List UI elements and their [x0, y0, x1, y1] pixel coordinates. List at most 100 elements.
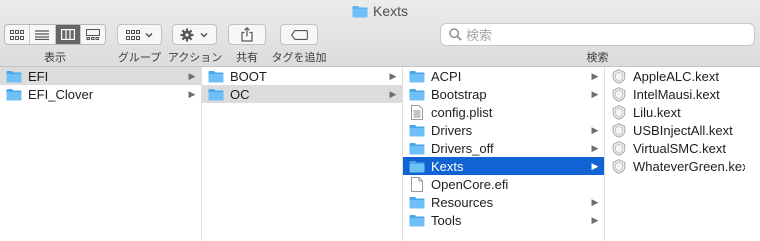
- add-tag-label: タグを追加: [271, 52, 327, 64]
- list-item[interactable]: Bootstrap ▶: [403, 85, 604, 103]
- list-item-label: Resources: [431, 194, 494, 210]
- list-item-label: AppleALC.kext: [633, 68, 719, 84]
- list-item[interactable]: IntelMausi.kext: [605, 85, 760, 103]
- chevron-down-icon: [145, 32, 152, 37]
- list-item[interactable]: VirtualSMC.kext: [605, 139, 760, 157]
- add-tag-button[interactable]: [280, 24, 318, 45]
- folder-icon: [409, 123, 425, 137]
- folder-icon: [409, 195, 425, 209]
- column-view-button[interactable]: [55, 25, 81, 44]
- document-icon: [409, 176, 425, 192]
- list-item-label: IntelMausi.kext: [633, 86, 720, 102]
- window-title: Kexts: [0, 3, 760, 19]
- column-2: BOOT ▶ OC ▶: [202, 67, 403, 241]
- list-item-label: Lilu.kext: [633, 104, 681, 120]
- folder-icon: [6, 87, 22, 101]
- share-icon: [241, 27, 253, 42]
- window-title-text: Kexts: [372, 3, 408, 19]
- list-item[interactable]: EFI_Clover ▶: [0, 85, 201, 103]
- list-item[interactable]: Drivers_off ▶: [403, 139, 604, 157]
- chevron-right-icon: ▶: [591, 70, 599, 81]
- folder-icon: [208, 87, 224, 101]
- chevron-right-icon: ▶: [188, 88, 196, 99]
- search-icon: [449, 28, 462, 41]
- search-placeholder: 検索: [466, 28, 493, 43]
- list-item-label: EFI_Clover: [28, 86, 94, 102]
- chevron-right-icon: ▶: [591, 160, 599, 171]
- kext-bundle-icon: [611, 104, 627, 120]
- group-grid-icon: [125, 29, 140, 40]
- group-button[interactable]: [117, 24, 162, 45]
- share-button[interactable]: [228, 24, 266, 45]
- list-view-button[interactable]: [30, 25, 56, 44]
- folder-icon: [6, 69, 22, 83]
- kext-bundle-icon: [611, 140, 627, 156]
- action-label: アクション: [167, 52, 223, 64]
- kext-bundle-icon: [611, 158, 627, 174]
- toolbar: Kexts 表示 グループ アクション 共有 タグを追加 検索 検索: [0, 0, 760, 67]
- list-item-label: config.plist: [431, 104, 493, 120]
- column-4: AppleALC.kext IntelMausi.kext Lilu.kext USB…: [605, 67, 760, 241]
- list-item[interactable]: OC ▶: [202, 85, 402, 103]
- chevron-right-icon: ▶: [188, 70, 196, 81]
- list-item-label: BOOT: [230, 68, 267, 84]
- folder-icon: [409, 141, 425, 155]
- list-item[interactable]: Drivers ▶: [403, 121, 604, 139]
- list-item[interactable]: EFI ▶: [0, 67, 201, 85]
- list-item-label: Tools: [431, 212, 462, 228]
- list-item[interactable]: BOOT ▶: [202, 67, 402, 85]
- chevron-down-icon: [200, 32, 207, 37]
- column-browser: EFI ▶ EFI_Clover ▶ BOOT ▶ OC ▶ ACPI ▶ Bootstrap ▶…: [0, 67, 760, 241]
- folder-icon: [352, 5, 368, 18]
- folder-icon: [409, 87, 425, 101]
- list-item-label: Kexts: [431, 158, 464, 174]
- list-item[interactable]: ACPI ▶: [403, 67, 604, 85]
- chevron-right-icon: ▶: [591, 196, 599, 207]
- group-label: グループ: [117, 52, 162, 64]
- list-item[interactable]: Tools ▶: [403, 211, 604, 229]
- folder-icon: [409, 213, 425, 227]
- list-item-label: Bootstrap: [431, 86, 487, 102]
- list-item-label: ACPI: [431, 68, 462, 84]
- column-3: ACPI ▶ Bootstrap ▶ config.plist Drivers ▶ Drive…: [403, 67, 605, 241]
- icon-grid-icon: [10, 29, 25, 40]
- view-mode-control[interactable]: [4, 24, 106, 45]
- chevron-right-icon: ▶: [591, 214, 599, 225]
- list-item-label: OpenCore.efi: [431, 176, 509, 192]
- action-button[interactable]: [172, 24, 217, 45]
- tag-icon: [290, 29, 308, 40]
- list-item[interactable]: Lilu.kext: [605, 103, 760, 121]
- kext-bundle-icon: [611, 86, 627, 102]
- list-item[interactable]: config.plist: [403, 103, 604, 121]
- chevron-right-icon: ▶: [591, 142, 599, 153]
- column-1: EFI ▶ EFI_Clover ▶: [0, 67, 202, 241]
- list-item-label: Drivers_off: [431, 140, 494, 156]
- list-item[interactable]: Resources ▶: [403, 193, 604, 211]
- list-item[interactable]: USBInjectAll.kext: [605, 121, 760, 139]
- folder-icon: [409, 69, 425, 83]
- list-item[interactable]: AppleALC.kext: [605, 67, 760, 85]
- icon-view-button[interactable]: [5, 25, 31, 44]
- kext-bundle-icon: [611, 122, 627, 138]
- list-item-label: EFI: [28, 68, 49, 84]
- list-item-label: OC: [230, 86, 250, 102]
- list-item-label: Drivers: [431, 122, 473, 138]
- search-input[interactable]: 検索: [440, 23, 755, 46]
- list-item[interactable]: WhateverGreen.kext: [605, 157, 760, 175]
- columns-icon: [60, 29, 75, 40]
- chevron-right-icon: ▶: [389, 70, 397, 81]
- gear-icon: [180, 28, 193, 41]
- gallery-view-button[interactable]: [81, 25, 105, 44]
- gallery-icon: [85, 29, 100, 40]
- list-item-label: VirtualSMC.kext: [633, 140, 726, 156]
- list-icon: [35, 29, 50, 40]
- list-item-label: WhateverGreen.kext: [633, 158, 745, 174]
- folder-icon: [409, 159, 425, 173]
- chevron-right-icon: ▶: [591, 124, 599, 135]
- list-item[interactable]: Kexts ▶: [403, 157, 604, 175]
- list-item[interactable]: OpenCore.efi: [403, 175, 604, 193]
- folder-icon: [208, 69, 224, 83]
- view-label: 表示: [44, 52, 66, 64]
- list-item-label: USBInjectAll.kext: [633, 122, 733, 138]
- chevron-right-icon: ▶: [591, 88, 599, 99]
